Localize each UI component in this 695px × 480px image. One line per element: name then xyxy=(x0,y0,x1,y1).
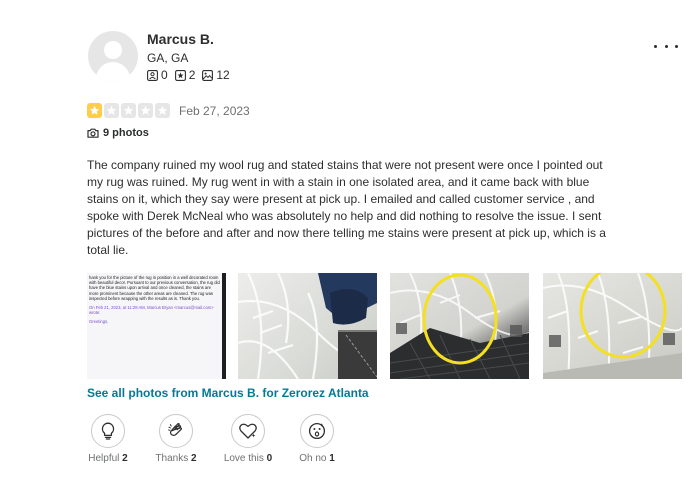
oh-no-text: Oh no xyxy=(299,453,327,464)
review-text: The company ruined my wool rug and state… xyxy=(87,158,606,257)
more-options-button[interactable] xyxy=(654,36,678,56)
user-avatar[interactable] xyxy=(88,31,138,81)
avatar-head-shape xyxy=(104,41,122,59)
friends-stat: 0 xyxy=(147,68,168,82)
star-icon xyxy=(89,105,100,115)
star-badge-icon xyxy=(174,69,186,81)
more-dot xyxy=(664,44,668,48)
helpful-text: Helpful xyxy=(88,453,120,464)
more-dot xyxy=(675,44,678,48)
heart-icon xyxy=(239,423,257,439)
oh-no-count: 1 xyxy=(329,453,335,464)
review-photo-1[interactable]: hank you for the picture of the rug in p… xyxy=(87,273,226,379)
friends-count: 0 xyxy=(161,68,168,82)
photos-count: 12 xyxy=(216,68,230,82)
thanks-icon-circle xyxy=(159,414,193,448)
star-icon xyxy=(157,105,168,115)
helpful-count: 2 xyxy=(122,453,128,464)
oh-no-button[interactable]: Oh no 1 xyxy=(287,414,347,464)
love-this-button[interactable]: Love this 0 xyxy=(218,414,278,464)
star-icon xyxy=(123,105,134,115)
user-stats: 0 2 12 xyxy=(147,68,237,82)
image-icon xyxy=(202,69,214,81)
avatar-body-shape xyxy=(96,62,130,81)
thanks-count: 2 xyxy=(191,453,197,464)
reviews-count: 2 xyxy=(188,68,196,82)
oh-no-icon-circle xyxy=(300,414,334,448)
photo-count-label: 9 photos xyxy=(103,127,149,139)
surprised-face-icon xyxy=(308,422,326,440)
star-empty xyxy=(138,103,153,118)
lightbulb-icon xyxy=(101,422,115,440)
love-icon-circle xyxy=(231,414,265,448)
star-filled xyxy=(87,103,102,118)
photos-stat: 12 xyxy=(202,68,230,82)
star-rating xyxy=(87,103,172,118)
star-icon xyxy=(106,105,117,115)
star-empty xyxy=(104,103,119,118)
review-photo-4[interactable] xyxy=(543,273,682,379)
love-this-count: 0 xyxy=(266,453,273,464)
helpful-icon-circle xyxy=(91,414,125,448)
thanks-label: Thanks 2 xyxy=(146,453,206,464)
thanks-text: Thanks xyxy=(155,453,189,464)
helpful-button[interactable]: Helpful 2 xyxy=(78,414,138,464)
dark-edge xyxy=(222,273,226,379)
reviews-stat: 2 xyxy=(174,68,196,82)
star-icon xyxy=(140,105,151,115)
email-body-text: hank you for the picture of the rug in p… xyxy=(89,275,220,301)
love-this-label: Love this 0 xyxy=(218,453,278,464)
camera-icon xyxy=(87,128,99,138)
email-screenshot: hank you for the picture of the rug in p… xyxy=(87,273,222,379)
oh-no-label: Oh no 1 xyxy=(287,453,347,464)
see-all-photos-link[interactable]: See all photos from Marcus B. for Zerore… xyxy=(87,386,369,400)
user-name[interactable]: Marcus B. xyxy=(147,31,214,47)
review-card: Marcus B. GA, GA 0 2 12 Feb 27, 2023 9 p… xyxy=(0,0,695,480)
helpful-label: Helpful 2 xyxy=(78,453,138,464)
review-photo-3[interactable] xyxy=(390,273,529,379)
email-greeting-text: Greetings, xyxy=(89,319,109,325)
email-quote-text: On Feb 21, 2023, at 11:28 AM, Marcus Bry… xyxy=(89,305,214,316)
rug-stain-image xyxy=(390,273,529,379)
love-this-text: Love this xyxy=(223,453,264,464)
review-photo-2[interactable] xyxy=(238,273,377,379)
star-empty xyxy=(121,103,136,118)
review-date: Feb 27, 2023 xyxy=(179,104,250,118)
rug-closeup-image xyxy=(238,273,377,379)
photo-count-link[interactable]: 9 photos xyxy=(87,127,149,139)
rug-stain-image-2 xyxy=(543,273,682,379)
more-dot xyxy=(654,44,657,48)
star-empty xyxy=(155,103,170,118)
friends-icon xyxy=(147,69,158,81)
thanks-button[interactable]: Thanks 2 xyxy=(146,414,206,464)
user-location: GA, GA xyxy=(147,51,189,65)
clapping-hands-icon xyxy=(168,423,183,436)
